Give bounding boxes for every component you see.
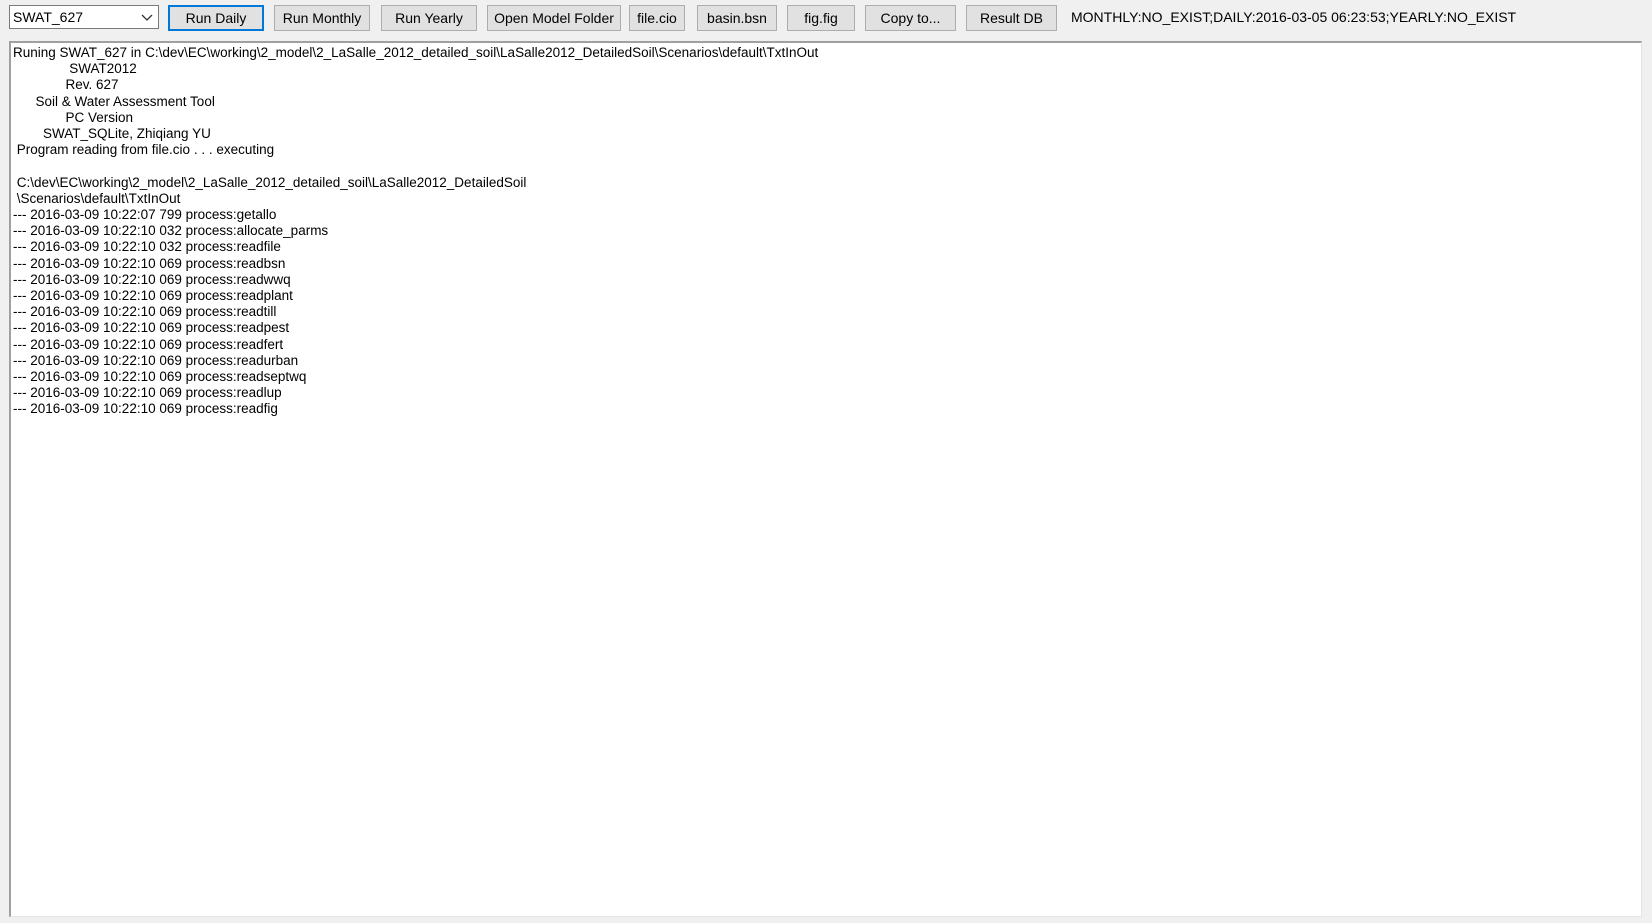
copy-to-button[interactable]: Copy to... bbox=[865, 5, 956, 31]
file-cio-button[interactable]: file.cio bbox=[629, 5, 685, 31]
model-status-text: MONTHLY:NO_EXIST;DAILY:2016-03-05 06:23:… bbox=[1071, 9, 1517, 25]
output-log-text: Runing SWAT_627 in C:\dev\EC\working\2_m… bbox=[13, 45, 819, 417]
swat-version-value: SWAT_627 bbox=[13, 9, 84, 25]
run-daily-button[interactable]: Run Daily bbox=[168, 5, 264, 31]
chevron-down-icon[interactable] bbox=[138, 7, 156, 27]
basin-bsn-button[interactable]: basin.bsn bbox=[697, 5, 777, 31]
toolbar: SWAT_627 Run Daily Run Monthly Run Yearl… bbox=[0, 0, 1652, 40]
result-db-button[interactable]: Result DB bbox=[966, 5, 1057, 31]
swat-version-select[interactable]: SWAT_627 bbox=[9, 5, 159, 29]
open-model-folder-button[interactable]: Open Model Folder bbox=[487, 5, 621, 31]
fig-fig-button[interactable]: fig.fig bbox=[787, 5, 855, 31]
run-yearly-button[interactable]: Run Yearly bbox=[381, 5, 477, 31]
run-monthly-button[interactable]: Run Monthly bbox=[274, 5, 370, 31]
output-log-textbox[interactable]: Runing SWAT_627 in C:\dev\EC\working\2_m… bbox=[9, 41, 1642, 917]
